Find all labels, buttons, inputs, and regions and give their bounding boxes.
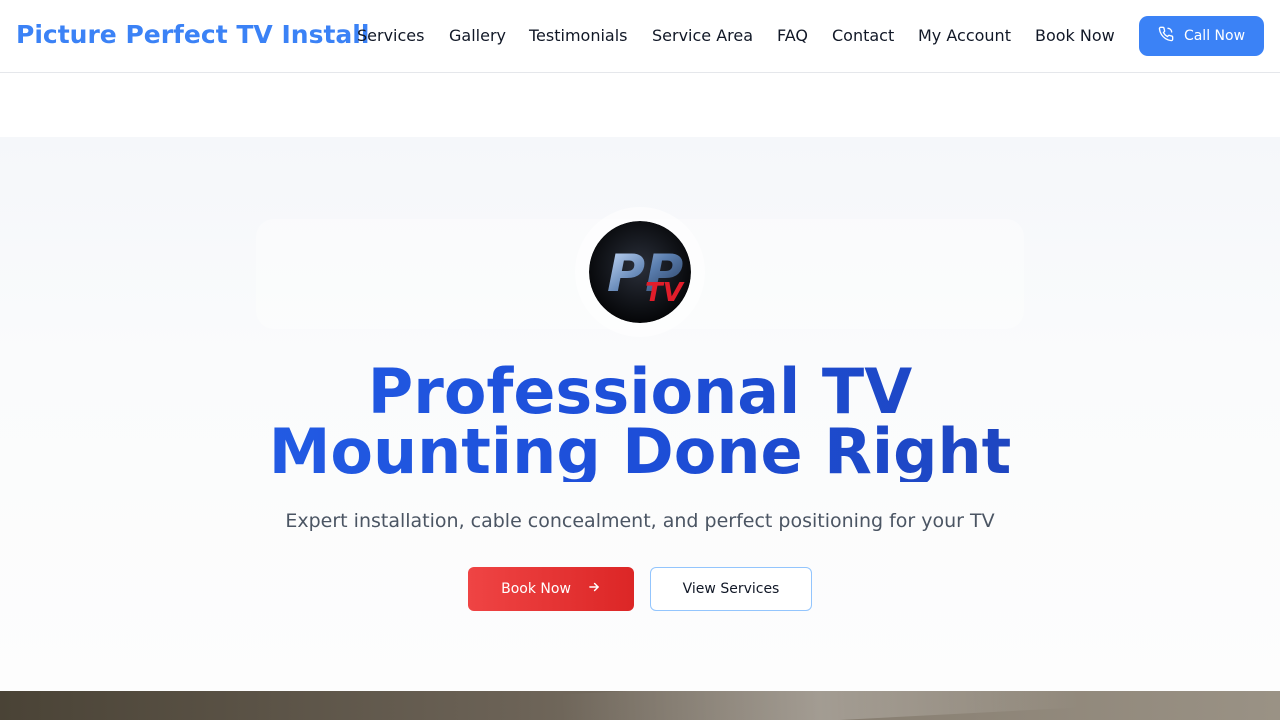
- nav-item-book-now[interactable]: Book Now: [1035, 24, 1115, 48]
- nav-item-my-account[interactable]: My Account: [918, 24, 1011, 48]
- call-now-label: Call Now: [1183, 28, 1246, 44]
- svg-text:TV: TV: [645, 278, 685, 308]
- view-services-button[interactable]: View Services: [650, 567, 812, 611]
- hero-headline: Professional TV Mounting Done Right: [0, 362, 1280, 482]
- book-now-button[interactable]: Book Now: [468, 567, 634, 611]
- nav-item-service-area[interactable]: Service Area: [652, 24, 753, 48]
- nav-item-testimonials[interactable]: Testimonials: [529, 24, 628, 48]
- photo-light-streak: [559, 691, 1081, 720]
- top-navigation-bar: Picture Perfect TV Install Services Gall…: [0, 0, 1280, 73]
- company-logo: PP TV: [589, 221, 691, 323]
- nav-item-gallery[interactable]: Gallery: [449, 24, 506, 48]
- headline-line-2: Mounting Done Right: [268, 415, 1012, 488]
- view-services-label: View Services: [682, 581, 780, 597]
- nav-item-faq[interactable]: FAQ: [777, 24, 808, 48]
- nav-item-services[interactable]: Services: [357, 24, 424, 48]
- call-now-button[interactable]: Call Now: [1139, 16, 1264, 56]
- book-now-label: Book Now: [501, 581, 571, 597]
- brand-logo-link[interactable]: Picture Perfect TV Install: [16, 19, 369, 51]
- hero-section: PP TV Professional TV Mounting Done Righ…: [0, 137, 1280, 691]
- background-photo: [0, 691, 1280, 720]
- hero-subheadline: Expert installation, cable concealment, …: [285, 510, 995, 532]
- arrow-right-icon: [587, 580, 601, 598]
- phone-icon: [1158, 26, 1174, 46]
- nav-item-contact[interactable]: Contact: [832, 24, 894, 48]
